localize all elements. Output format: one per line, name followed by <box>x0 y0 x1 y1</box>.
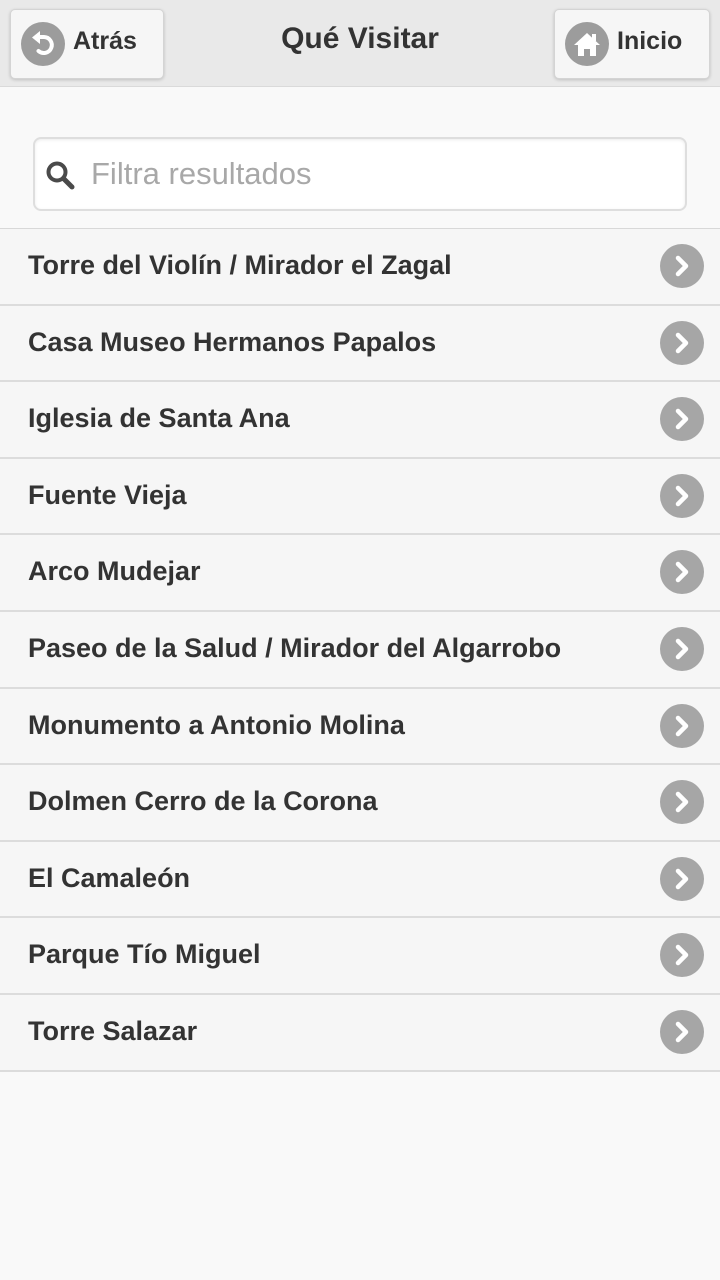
chevron-right-icon <box>660 397 704 442</box>
list-item[interactable]: Dolmen Cerro de la Corona <box>0 765 720 842</box>
search-input[interactable] <box>91 149 671 199</box>
home-button[interactable]: Inicio <box>554 9 710 79</box>
list-item-label: Torre del Violín / Mirador el Zagal <box>28 250 452 280</box>
list-item-label: Iglesia de Santa Ana <box>28 403 290 434</box>
chevron-right-icon <box>660 320 704 365</box>
home-button-label: Inicio <box>617 26 683 55</box>
list-item-label: Casa Museo Hermanos Papalos <box>28 326 437 357</box>
list-item-label: Torre Salazar <box>28 1015 198 1046</box>
search-icon <box>45 160 75 190</box>
chevron-right-icon <box>660 626 704 671</box>
list-item[interactable]: Arco Mudejar <box>0 535 720 612</box>
list-item[interactable]: Paseo de la Salud / Mirador del Algarrob… <box>0 611 720 689</box>
places-list: Torre del Violín / Mirador el Zagal Casa … <box>0 228 720 1072</box>
list-item[interactable]: Monumento a Antonio Molina <box>0 688 720 766</box>
list-item-label: Parque Tío Miguel <box>28 939 261 970</box>
list-item-label: Arco Mudejar <box>28 556 201 587</box>
chevron-right-icon <box>660 780 704 825</box>
list-item[interactable]: El Camaleón <box>0 841 720 919</box>
chevron-right-icon <box>660 473 704 518</box>
page-title: Qué Visitar <box>281 22 439 55</box>
list-item-label: Fuente Vieja <box>28 479 187 510</box>
home-icon <box>565 22 609 66</box>
list-item[interactable]: Torre del Violín / Mirador el Zagal <box>0 229 720 306</box>
chevron-right-icon <box>660 1009 704 1054</box>
chevron-right-icon <box>660 550 704 595</box>
list-item-label: Monumento a Antonio Molina <box>28 709 405 740</box>
list-item-label: El Camaleón <box>28 862 191 893</box>
list-item-label: Dolmen Cerro de la Corona <box>28 786 378 817</box>
header-bar: Atrás Qué Visitar Inicio <box>0 0 720 87</box>
list-item[interactable]: Parque Tío Miguel <box>0 918 720 995</box>
back-button-label: Atrás <box>73 26 137 55</box>
chevron-right-icon <box>660 933 704 978</box>
back-button[interactable]: Atrás <box>10 9 164 79</box>
list-item[interactable]: Iglesia de Santa Ana <box>0 382 720 459</box>
undo-arrow-icon <box>21 22 65 66</box>
chevron-right-icon <box>660 244 704 288</box>
list-item[interactable]: Casa Museo Hermanos Papalos <box>0 305 720 383</box>
list-item-label: Paseo de la Salud / Mirador del Algarrob… <box>28 632 562 663</box>
list-item[interactable]: Fuente Vieja <box>0 458 720 536</box>
chevron-right-icon <box>660 856 704 901</box>
chevron-right-icon <box>660 703 704 748</box>
list-item[interactable]: Torre Salazar <box>0 994 720 1072</box>
search-box <box>33 137 687 211</box>
